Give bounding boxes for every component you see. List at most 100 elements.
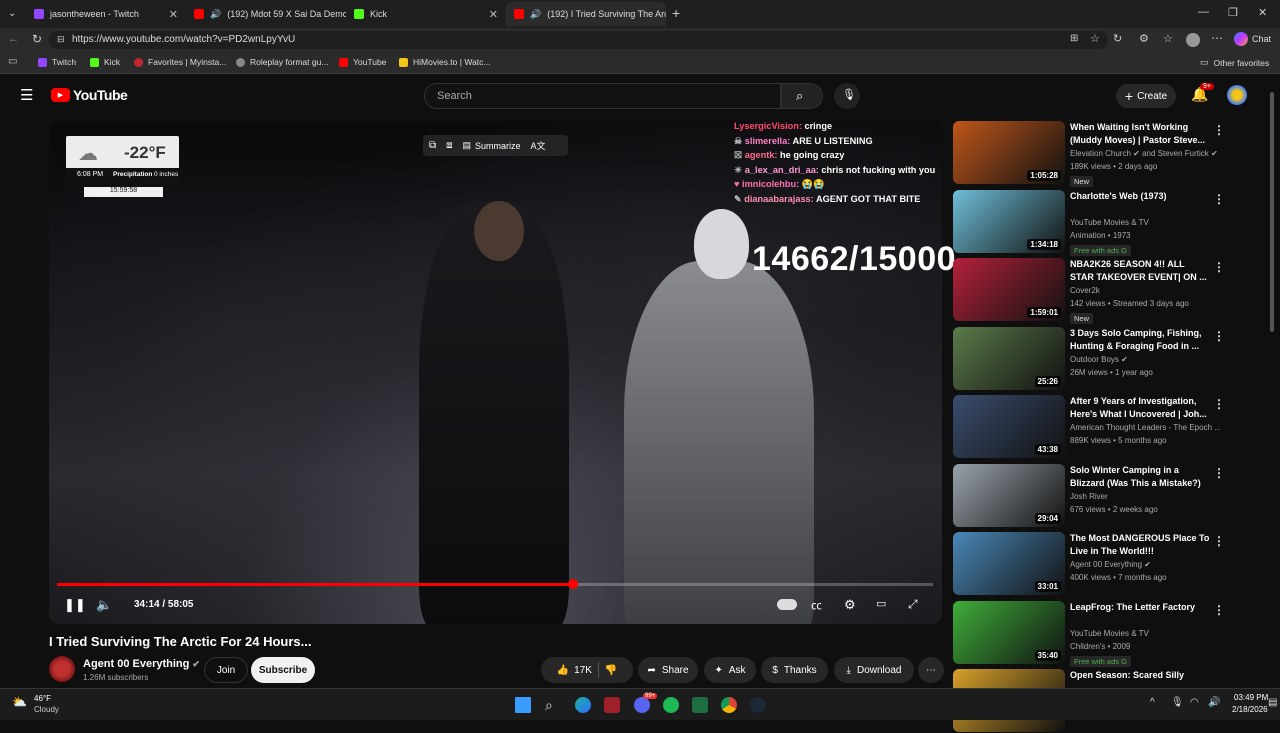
scrubber-knob[interactable] [567, 579, 578, 589]
adobe-icon[interactable] [604, 697, 620, 713]
pip-icon[interactable]: ⧈ [446, 140, 452, 151]
recommended-channel[interactable]: Elevation Church ✔ and Steven Furtick ✔ [1070, 149, 1220, 158]
recommended-channel[interactable]: Josh River [1070, 492, 1220, 501]
steam-icon[interactable] [750, 697, 766, 713]
refresh-extension-icon[interactable]: ↻ [1113, 32, 1122, 45]
browser-tab-youtube-music[interactable]: 🔊 (192) Mdot 59 X Sai Da Demo ✕ [186, 2, 346, 26]
taskbar-search-icon[interactable]: ⌕ [545, 697, 561, 713]
video-thumbnail[interactable]: 29:04 [953, 464, 1065, 527]
account-avatar[interactable] [1227, 85, 1247, 105]
volume-tray-icon[interactable]: 🔊 [1208, 697, 1220, 708]
settings-gear-icon[interactable]: ⚙ [844, 597, 856, 613]
recommended-channel[interactable]: Outdoor Boys ✔ [1070, 355, 1220, 364]
ask-button[interactable]: ✦ Ask [704, 657, 756, 683]
fullscreen-icon[interactable]: ⤢ [908, 597, 918, 612]
voice-search-button[interactable]: 🎙 [834, 83, 860, 109]
other-favorites[interactable]: ▭ Other favorites [1200, 57, 1269, 68]
recommended-title[interactable]: LeapFrog: The Letter Factory [1070, 601, 1210, 614]
more-options-icon[interactable]: ⋮ [1213, 260, 1225, 274]
channel-name[interactable]: Agent 00 Everything ✔ [83, 658, 200, 670]
recommended-channel[interactable]: American Thought Leaders - The Epoch ... [1070, 423, 1220, 432]
windows-start-icon[interactable] [515, 697, 531, 713]
edge-browser-icon[interactable] [575, 697, 591, 713]
new-tab-button[interactable]: + [672, 5, 680, 21]
more-options-icon[interactable]: ⋮ [1213, 329, 1225, 343]
bookmark-kick[interactable]: Kick [90, 57, 120, 67]
recommended-title[interactable]: 3 Days Solo Camping, Fishing, Hunting & … [1070, 327, 1210, 353]
spotify-icon[interactable] [663, 697, 679, 713]
profile-avatar-icon[interactable] [1186, 33, 1200, 47]
speaker-icon[interactable]: 🔊 [530, 9, 541, 20]
bookmark-roleplay[interactable]: Roleplay format gu... [236, 57, 328, 67]
microphone-tray-icon[interactable]: 🎙 [1171, 697, 1184, 708]
recommended-title[interactable]: When Waiting Isn't Working (Muddy Moves)… [1070, 121, 1210, 147]
join-button[interactable]: Join [204, 657, 248, 683]
more-actions-button[interactable]: ⋯ [918, 657, 944, 683]
recommended-video[interactable]: 35:40 LeapFrog: The Letter Factory YouTube… [953, 601, 1273, 667]
share-button[interactable]: ➦ Share [638, 657, 698, 683]
browser-tab-youtube-active[interactable]: 🔊 (192) I Tried Surviving The Arc ✕ [506, 2, 666, 26]
download-button[interactable]: ⤓ Download [834, 657, 914, 683]
read-aloud-icon[interactable]: ⊞ [1070, 33, 1078, 44]
chat-button[interactable]: Chat [1252, 34, 1271, 44]
page-scrollbar[interactable] [1270, 92, 1274, 332]
recommended-video[interactable]: 33:01 The Most DANGEROUS Place To Live in… [953, 532, 1273, 596]
minimize-button[interactable]: — [1198, 6, 1209, 18]
close-icon[interactable]: ✕ [489, 8, 498, 21]
more-options-icon[interactable]: ⋮ [1213, 466, 1225, 480]
recommended-channel[interactable]: YouTube Movies & TV [1070, 629, 1220, 638]
close-icon[interactable]: ✕ [169, 8, 178, 21]
subscribe-button[interactable]: Subscribe [251, 657, 315, 683]
like-button[interactable]: 👍 17K [557, 665, 592, 676]
translate-icon[interactable]: A文 [531, 139, 546, 152]
tab-actions-icon[interactable]: ⌄ [8, 8, 16, 19]
recommended-channel[interactable]: YouTube Movies & TV [1070, 218, 1220, 227]
tray-chevron-icon[interactable]: ^ [1150, 697, 1155, 708]
summarize-button[interactable]: ▤ Summarize [463, 140, 521, 151]
more-options-icon[interactable]: ⋮ [1213, 123, 1225, 137]
search-input[interactable]: Search [424, 83, 781, 109]
browser-menu-icon[interactable]: ⋯ [1211, 31, 1223, 45]
chrome-icon[interactable] [721, 697, 737, 713]
recommended-video[interactable]: 1:34:18 Charlotte's Web (1973) YouTube Mov… [953, 190, 1273, 256]
bookmark-himovies[interactable]: HiMovies.to | Watc... [399, 57, 490, 67]
video-thumbnail[interactable]: 1:34:18 [953, 190, 1065, 253]
taskbar-date[interactable]: 2/18/2026 [1232, 705, 1268, 714]
recommended-title[interactable]: After 9 Years of Investigation, Here's W… [1070, 395, 1210, 421]
thanks-button[interactable]: $ Thanks [761, 657, 828, 683]
url-field[interactable]: ⊟ https://www.youtube.com/watch?v=PD2wnL… [48, 31, 1108, 49]
more-options-icon[interactable]: ⋮ [1213, 192, 1225, 206]
miniplayer-icon[interactable]: ⧉ [429, 140, 436, 151]
subtitles-icon[interactable]: ㏄ [811, 597, 822, 613]
window-close-button[interactable]: ✕ [1258, 6, 1267, 19]
recommended-video[interactable]: 43:38 After 9 Years of Investigation, Her… [953, 395, 1273, 459]
recommended-video[interactable]: 29:04 Solo Winter Camping in a Blizzard (… [953, 464, 1273, 528]
browser-tab-kick[interactable]: Kick ✕ [346, 2, 506, 26]
hamburger-menu-icon[interactable]: ☰ [20, 86, 33, 104]
dislike-button[interactable]: 👎 [605, 665, 617, 676]
recommended-title[interactable]: The Most DANGEROUS Place To Live in The … [1070, 532, 1210, 558]
pause-button[interactable]: ❚❚ [64, 597, 86, 613]
create-button[interactable]: + Create [1116, 84, 1176, 108]
taskbar-clock[interactable]: 03:49 PM [1234, 693, 1268, 702]
extensions-icon[interactable]: ⚙ [1139, 32, 1149, 45]
browser-tab-twitch[interactable]: jasontheween - Twitch ✕ [26, 2, 186, 26]
more-options-icon[interactable]: ⋮ [1213, 603, 1225, 617]
progress-bar[interactable] [57, 579, 933, 589]
recommended-video[interactable]: 1:05:28 When Waiting Isn't Working (Muddy… [953, 121, 1273, 187]
refresh-icon[interactable]: ↻ [32, 32, 42, 46]
theater-mode-icon[interactable]: ▭ [876, 597, 886, 610]
notification-center-icon[interactable]: ▤ [1268, 697, 1277, 708]
weather-widget-icon[interactable]: ⛅ [12, 695, 27, 709]
wifi-icon[interactable]: ◠ [1190, 697, 1199, 708]
back-icon[interactable]: ← [8, 33, 19, 45]
recommended-title[interactable]: Solo Winter Camping in a Blizzard (Was T… [1070, 464, 1210, 490]
recommended-channel[interactable]: Agent 00 Everything ✔ [1070, 560, 1220, 569]
favorite-star-icon[interactable]: ☆ [1090, 32, 1100, 45]
recommended-channel[interactable]: Cover2k [1070, 286, 1220, 295]
video-thumbnail[interactable]: 1:05:28 [953, 121, 1065, 184]
site-info-icon[interactable]: ⊟ [57, 34, 65, 45]
recommended-video[interactable]: 1:59:01 NBA2K26 SEASON 4!! ALL STAR TAKEO… [953, 258, 1273, 324]
video-thumbnail[interactable]: 25:26 [953, 327, 1065, 390]
autoplay-toggle[interactable] [777, 599, 797, 610]
